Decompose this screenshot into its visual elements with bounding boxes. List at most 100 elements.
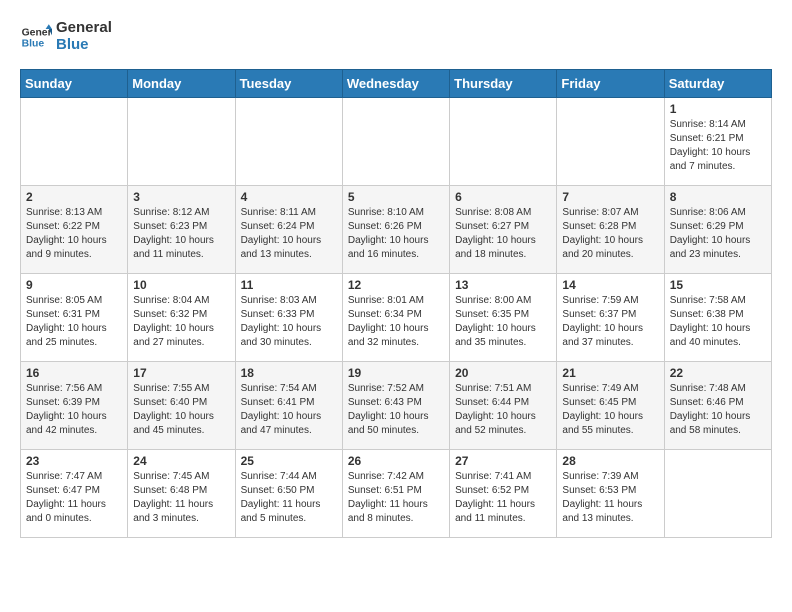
day-number: 24	[133, 454, 229, 468]
calendar-week-row: 1Sunrise: 8:14 AM Sunset: 6:21 PM Daylig…	[21, 98, 772, 186]
day-number: 21	[562, 366, 658, 380]
day-info: Sunrise: 7:52 AM Sunset: 6:43 PM Dayligh…	[348, 382, 444, 438]
calendar-cell: 16Sunrise: 7:56 AM Sunset: 6:39 PM Dayli…	[21, 362, 128, 450]
day-info: Sunrise: 8:07 AM Sunset: 6:28 PM Dayligh…	[562, 206, 658, 262]
calendar-week-row: 9Sunrise: 8:05 AM Sunset: 6:31 PM Daylig…	[21, 274, 772, 362]
day-info: Sunrise: 7:54 AM Sunset: 6:41 PM Dayligh…	[241, 382, 337, 438]
weekday-header-monday: Monday	[128, 70, 235, 98]
weekday-header-thursday: Thursday	[450, 70, 557, 98]
day-number: 26	[348, 454, 444, 468]
day-info: Sunrise: 8:08 AM Sunset: 6:27 PM Dayligh…	[455, 206, 551, 262]
day-number: 13	[455, 278, 551, 292]
weekday-header-sunday: Sunday	[21, 70, 128, 98]
calendar-cell: 15 Sunrise: 7:58 AM Sunset: 6:38 PM Dayli…	[664, 274, 771, 362]
day-number: 8	[670, 190, 766, 204]
calendar-cell: 9Sunrise: 8:05 AM Sunset: 6:31 PM Daylig…	[21, 274, 128, 362]
day-info: Sunrise: 7:49 AM Sunset: 6:45 PM Dayligh…	[562, 382, 658, 438]
day-info: Sunrise: 8:04 AM Sunset: 6:32 PM Dayligh…	[133, 294, 229, 350]
calendar-cell: 11Sunrise: 8:03 AM Sunset: 6:33 PM Dayli…	[235, 274, 342, 362]
weekday-header-wednesday: Wednesday	[342, 70, 449, 98]
day-number: 14	[562, 278, 658, 292]
logo-icon: General Blue	[20, 21, 52, 53]
day-info: Sunrise: 8:13 AM Sunset: 6:22 PM Dayligh…	[26, 206, 122, 262]
day-info: Sunrise: 7:48 AM Sunset: 6:46 PM Dayligh…	[670, 382, 766, 438]
calendar-cell: 6 Sunrise: 8:08 AM Sunset: 6:27 PM Daylig…	[450, 186, 557, 274]
calendar-cell: 10 Sunrise: 8:04 AM Sunset: 6:32 PM Dayli…	[128, 274, 235, 362]
calendar-cell: 1Sunrise: 8:14 AM Sunset: 6:21 PM Daylig…	[664, 98, 771, 186]
day-number: 2	[26, 190, 122, 204]
day-number: 11	[241, 278, 337, 292]
calendar-cell	[128, 98, 235, 186]
day-number: 5	[348, 190, 444, 204]
calendar-cell	[21, 98, 128, 186]
day-number: 12	[348, 278, 444, 292]
calendar-cell: 8 Sunrise: 8:06 AM Sunset: 6:29 PM Daylig…	[664, 186, 771, 274]
day-number: 1	[670, 102, 766, 116]
calendar-cell: 7 Sunrise: 8:07 AM Sunset: 6:28 PM Daylig…	[557, 186, 664, 274]
svg-text:General: General	[22, 27, 52, 38]
calendar-cell: 2 Sunrise: 8:13 AM Sunset: 6:22 PM Daylig…	[21, 186, 128, 274]
calendar-cell: 22 Sunrise: 7:48 AM Sunset: 6:46 PM Dayli…	[664, 362, 771, 450]
day-number: 7	[562, 190, 658, 204]
calendar-cell: 21 Sunrise: 7:49 AM Sunset: 6:45 PM Dayli…	[557, 362, 664, 450]
day-number: 16	[26, 366, 122, 380]
weekday-header-tuesday: Tuesday	[235, 70, 342, 98]
calendar-cell: 4 Sunrise: 8:11 AM Sunset: 6:24 PM Daylig…	[235, 186, 342, 274]
calendar-cell: 18 Sunrise: 7:54 AM Sunset: 6:41 PM Dayli…	[235, 362, 342, 450]
day-info: Sunrise: 7:45 AM Sunset: 6:48 PM Dayligh…	[133, 470, 229, 526]
day-info: Sunrise: 7:59 AM Sunset: 6:37 PM Dayligh…	[562, 294, 658, 350]
weekday-header-saturday: Saturday	[664, 70, 771, 98]
day-number: 4	[241, 190, 337, 204]
weekday-header-row: SundayMondayTuesdayWednesdayThursdayFrid…	[21, 70, 772, 98]
calendar-cell: 27Sunrise: 7:41 AM Sunset: 6:52 PM Dayli…	[450, 450, 557, 538]
calendar-cell: 5 Sunrise: 8:10 AM Sunset: 6:26 PM Daylig…	[342, 186, 449, 274]
day-info: Sunrise: 8:11 AM Sunset: 6:24 PM Dayligh…	[241, 206, 337, 262]
weekday-header-friday: Friday	[557, 70, 664, 98]
calendar-cell	[342, 98, 449, 186]
calendar-week-row: 2 Sunrise: 8:13 AM Sunset: 6:22 PM Daylig…	[21, 186, 772, 274]
day-number: 3	[133, 190, 229, 204]
day-number: 22	[670, 366, 766, 380]
day-info: Sunrise: 7:44 AM Sunset: 6:50 PM Dayligh…	[241, 470, 337, 526]
calendar-cell: 28 Sunrise: 7:39 AM Sunset: 6:53 PM Dayli…	[557, 450, 664, 538]
calendar-cell: 20Sunrise: 7:51 AM Sunset: 6:44 PM Dayli…	[450, 362, 557, 450]
day-info: Sunrise: 8:06 AM Sunset: 6:29 PM Dayligh…	[670, 206, 766, 262]
day-number: 20	[455, 366, 551, 380]
calendar-cell: 24 Sunrise: 7:45 AM Sunset: 6:48 PM Dayli…	[128, 450, 235, 538]
day-number: 23	[26, 454, 122, 468]
calendar-cell: 26Sunrise: 7:42 AM Sunset: 6:51 PM Dayli…	[342, 450, 449, 538]
calendar-cell: 3 Sunrise: 8:12 AM Sunset: 6:23 PM Daylig…	[128, 186, 235, 274]
day-info: Sunrise: 8:12 AM Sunset: 6:23 PM Dayligh…	[133, 206, 229, 262]
day-number: 15	[670, 278, 766, 292]
day-number: 28	[562, 454, 658, 468]
calendar-cell: 25Sunrise: 7:44 AM Sunset: 6:50 PM Dayli…	[235, 450, 342, 538]
day-info: Sunrise: 8:00 AM Sunset: 6:35 PM Dayligh…	[455, 294, 551, 350]
calendar-table: SundayMondayTuesdayWednesdayThursdayFrid…	[20, 69, 772, 538]
logo-wordmark: General Blue	[56, 20, 112, 53]
day-info: Sunrise: 8:01 AM Sunset: 6:34 PM Dayligh…	[348, 294, 444, 350]
day-number: 10	[133, 278, 229, 292]
day-number: 17	[133, 366, 229, 380]
svg-text:Blue: Blue	[22, 38, 45, 49]
calendar-cell	[557, 98, 664, 186]
day-info: Sunrise: 8:10 AM Sunset: 6:26 PM Dayligh…	[348, 206, 444, 262]
day-info: Sunrise: 7:39 AM Sunset: 6:53 PM Dayligh…	[562, 470, 658, 526]
day-number: 9	[26, 278, 122, 292]
calendar-cell	[664, 450, 771, 538]
calendar-cell: 23Sunrise: 7:47 AM Sunset: 6:47 PM Dayli…	[21, 450, 128, 538]
day-number: 27	[455, 454, 551, 468]
day-info: Sunrise: 7:58 AM Sunset: 6:38 PM Dayligh…	[670, 294, 766, 350]
day-number: 6	[455, 190, 551, 204]
day-info: Sunrise: 7:55 AM Sunset: 6:40 PM Dayligh…	[133, 382, 229, 438]
calendar-week-row: 23Sunrise: 7:47 AM Sunset: 6:47 PM Dayli…	[21, 450, 772, 538]
calendar-cell	[450, 98, 557, 186]
calendar-cell	[235, 98, 342, 186]
logo: General Blue General Blue	[20, 20, 112, 53]
calendar-cell: 12 Sunrise: 8:01 AM Sunset: 6:34 PM Dayli…	[342, 274, 449, 362]
calendar-week-row: 16Sunrise: 7:56 AM Sunset: 6:39 PM Dayli…	[21, 362, 772, 450]
day-number: 18	[241, 366, 337, 380]
day-number: 19	[348, 366, 444, 380]
calendar-cell: 14 Sunrise: 7:59 AM Sunset: 6:37 PM Dayli…	[557, 274, 664, 362]
calendar-cell: 13 Sunrise: 8:00 AM Sunset: 6:35 PM Dayli…	[450, 274, 557, 362]
calendar-cell: 17 Sunrise: 7:55 AM Sunset: 6:40 PM Dayli…	[128, 362, 235, 450]
